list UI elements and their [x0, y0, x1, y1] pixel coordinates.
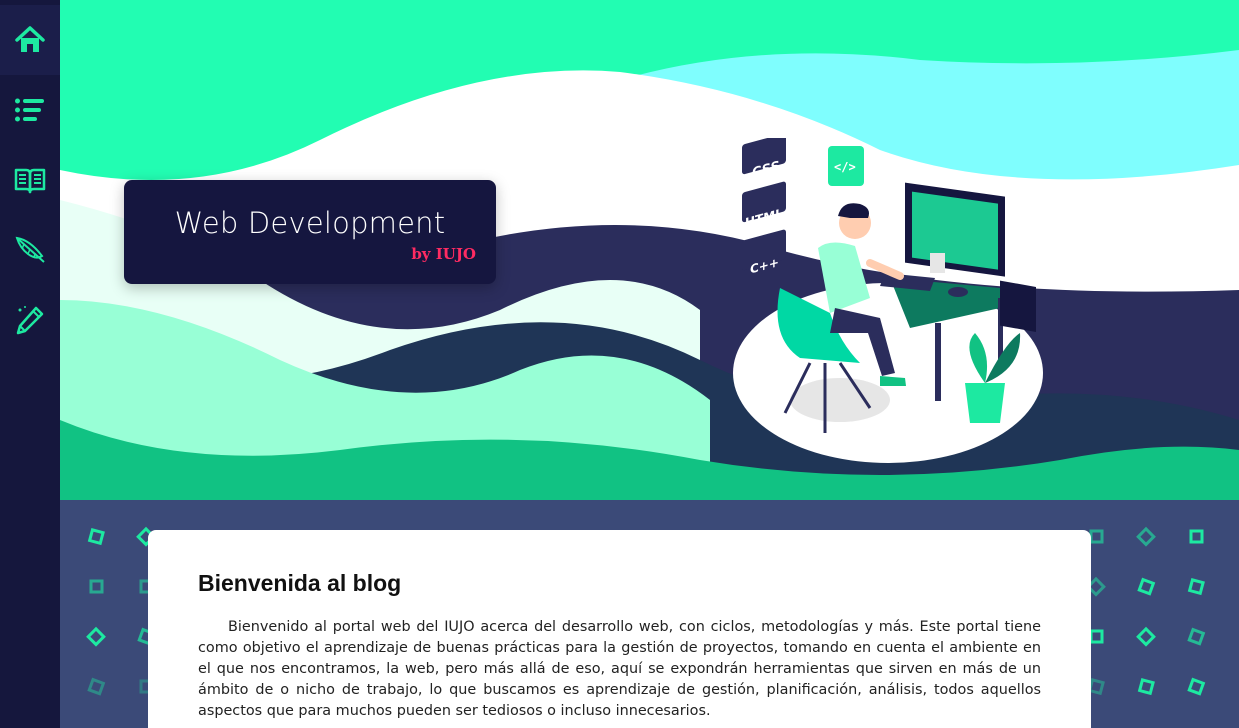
- page-title: Web Development: [174, 206, 446, 240]
- html-tag: HTML: [742, 181, 786, 230]
- developer-illustration: CSS HTML C++ </>: [733, 138, 1043, 463]
- welcome-heading: Bienvenida al blog: [198, 570, 402, 596]
- home-icon: [15, 26, 45, 52]
- nav-home[interactable]: [0, 5, 60, 75]
- cpp-tag: C++: [742, 229, 786, 277]
- feather-icon: [15, 236, 45, 263]
- pen-icon: [16, 306, 44, 335]
- hero-title-card: Web Development by IUJO: [124, 180, 496, 284]
- nav-pen[interactable]: [0, 285, 60, 355]
- code-badge-icon: </>: [828, 146, 864, 186]
- nav-feather[interactable]: [0, 215, 60, 285]
- page-subtitle: by IUJO: [411, 245, 476, 263]
- nav-book[interactable]: [0, 145, 60, 215]
- welcome-card: Bienvenida al blog Bienvenido al portal …: [148, 530, 1091, 728]
- welcome-paragraph: Bienvenido al portal web del IUJO acerca…: [198, 619, 1041, 719]
- svg-text:</>: </>: [834, 160, 856, 174]
- sidebar: [0, 0, 60, 728]
- css-tag: CSS: [742, 138, 786, 181]
- list-icon: [15, 98, 44, 122]
- nav-list[interactable]: [0, 75, 60, 145]
- book-icon: [14, 168, 46, 194]
